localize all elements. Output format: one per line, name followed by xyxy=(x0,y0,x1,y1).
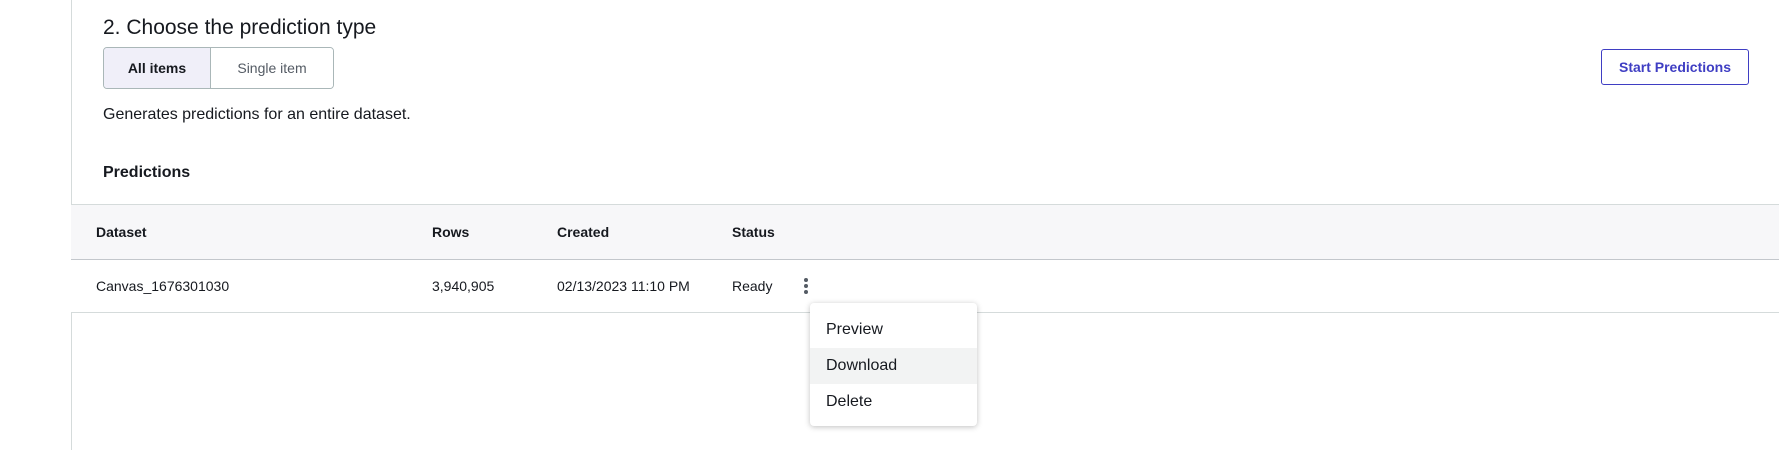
column-header-rows[interactable]: Rows xyxy=(432,205,469,259)
all-items-option[interactable]: All items xyxy=(104,48,211,88)
column-header-created[interactable]: Created xyxy=(557,205,609,259)
menu-item-download[interactable]: Download xyxy=(810,348,977,384)
cell-rows: 3,940,905 xyxy=(432,278,495,294)
cell-status: Ready xyxy=(732,278,773,294)
kebab-dot xyxy=(804,290,808,294)
kebab-dot xyxy=(804,284,808,288)
single-item-option[interactable]: Single item xyxy=(211,48,333,88)
start-predictions-button[interactable]: Start Predictions xyxy=(1601,49,1749,85)
column-header-dataset[interactable]: Dataset xyxy=(96,205,147,259)
menu-item-delete[interactable]: Delete xyxy=(810,384,977,420)
kebab-dot xyxy=(804,278,808,282)
prediction-type-toggle: All items Single item xyxy=(103,47,334,89)
predictions-table: Dataset Rows Created Status Canvas_16763… xyxy=(71,204,1779,313)
menu-item-preview[interactable]: Preview xyxy=(810,312,977,348)
prediction-page: 2. Choose the prediction type All items … xyxy=(0,0,1779,450)
table-header: Dataset Rows Created Status xyxy=(71,204,1779,260)
cell-created: 02/13/2023 11:10 PM xyxy=(557,278,690,294)
predictions-heading: Predictions xyxy=(103,164,191,181)
left-rail xyxy=(0,0,72,450)
row-actions-menu: Preview Download Delete xyxy=(810,303,977,426)
cell-dataset: Canvas_1676301030 xyxy=(96,278,230,294)
prediction-type-description: Generates predictions for an entire data… xyxy=(103,106,411,123)
column-header-status[interactable]: Status xyxy=(732,205,775,259)
more-vertical-icon[interactable] xyxy=(797,274,815,298)
section-title: 2. Choose the prediction type xyxy=(103,16,377,39)
